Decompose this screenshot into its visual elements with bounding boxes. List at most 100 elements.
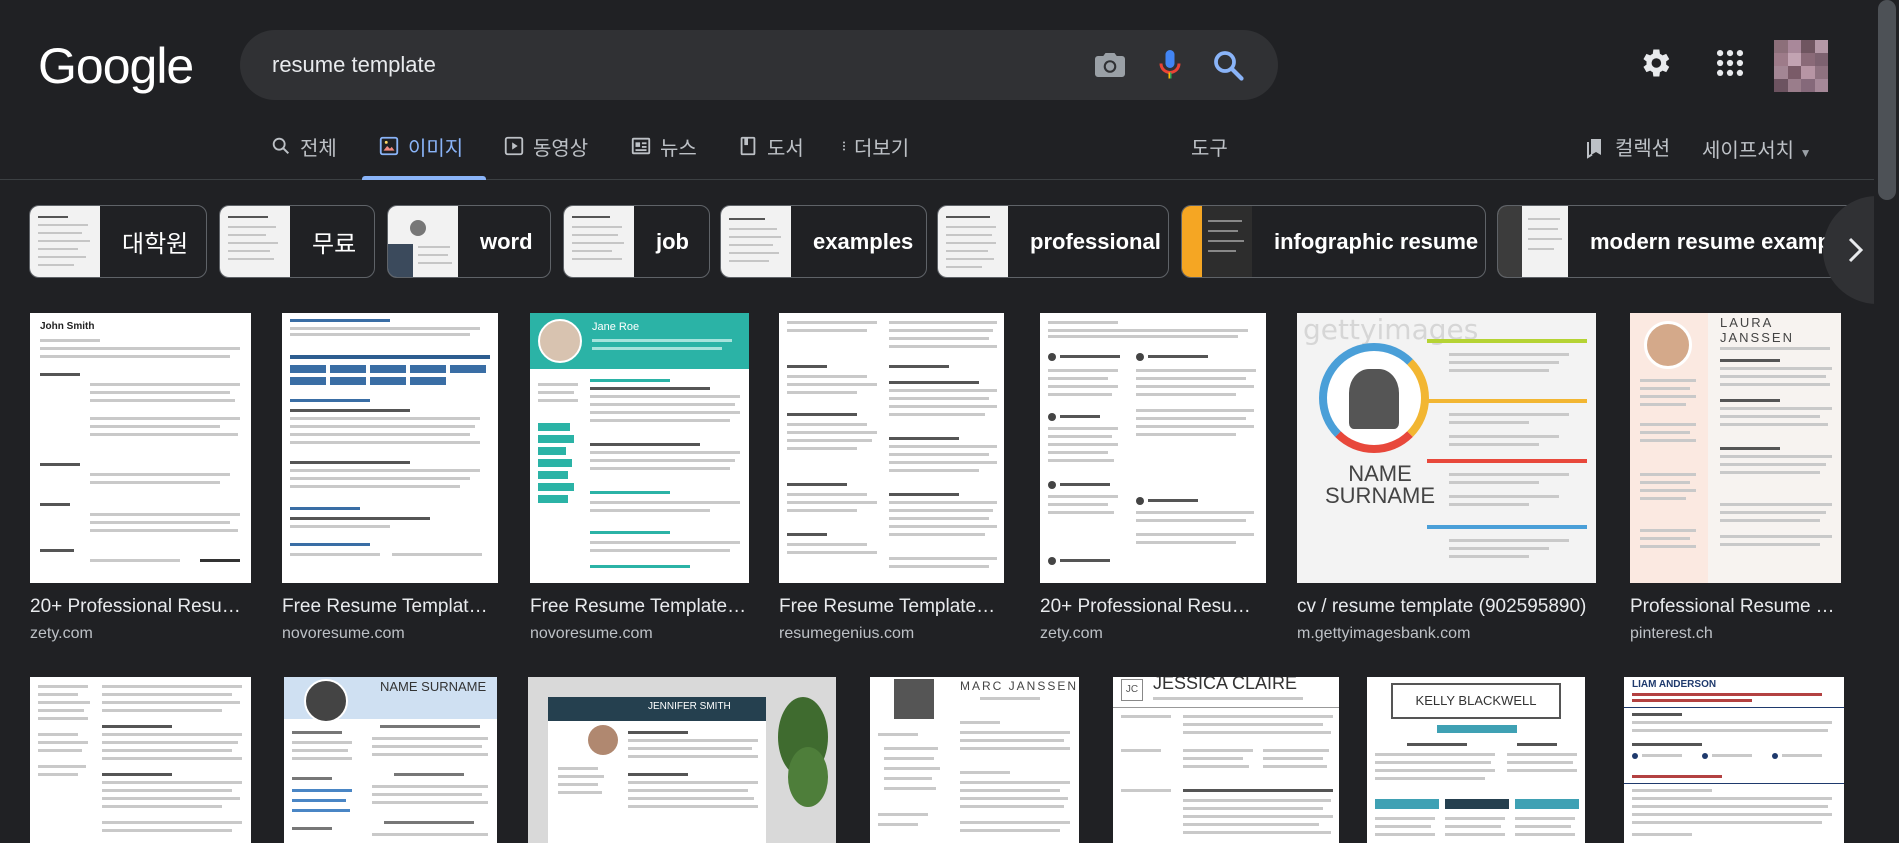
search-icon [272, 137, 290, 155]
bookmark-icon [1587, 138, 1601, 159]
result-thumbnail[interactable]: LAURA JANSSEN [1630, 313, 1841, 583]
chip-thumbnail [564, 206, 634, 277]
chip-thumbnail [220, 206, 290, 277]
tab-news[interactable]: 뉴스 [630, 132, 697, 182]
result-source: zety.com [30, 625, 93, 642]
tab-books[interactable]: 도서 [737, 132, 804, 182]
apps-grid-icon[interactable] [1713, 46, 1747, 80]
search-box[interactable]: resume template [240, 30, 1278, 100]
thumb-name: John Smith [40, 321, 95, 332]
chevron-right-icon [1848, 237, 1864, 263]
thumb-name: LIAM ANDERSON [1632, 679, 1717, 690]
search-input[interactable]: resume template [272, 52, 436, 78]
scrollbar-thumb[interactable] [1878, 0, 1896, 200]
mic-icon[interactable] [1152, 47, 1188, 83]
result-thumbnail[interactable] [282, 313, 498, 583]
thumb-name: Jane Roe [592, 321, 640, 333]
tab-label: 동영상 [533, 138, 589, 160]
result-thumbnail[interactable]: MARC JANSSEN [870, 677, 1079, 843]
chip-label: examples [813, 228, 914, 254]
chip-examples[interactable]: examples [720, 205, 927, 278]
dropdown-arrow-icon: ▼ [1799, 146, 1812, 160]
image-icon [379, 136, 399, 156]
safesearch-label: 세이프서치 [1702, 140, 1794, 162]
chip-thumbnail [938, 206, 1008, 277]
result-thumbnail[interactable]: JC JESSICA CLAIRE [1113, 677, 1339, 843]
tools-button[interactable]: 도구 [1191, 132, 1228, 161]
result-thumbnail[interactable]: John Smith [30, 313, 251, 583]
chip-label: 대학원 [122, 231, 189, 258]
chip-job[interactable]: job [563, 205, 710, 278]
result-title[interactable]: Free Resume Templates ... [530, 596, 749, 618]
tab-more[interactable]: 더보기 [838, 132, 909, 182]
result-thumbnail[interactable] [30, 677, 251, 843]
chip-infographic-resume[interactable]: infographic resume [1181, 205, 1486, 278]
tab-label: 뉴스 [660, 138, 697, 160]
thumb-name: LAURA JANSSEN [1720, 315, 1794, 345]
safesearch-dropdown[interactable]: 세이프서치 ▼ [1702, 134, 1811, 163]
thumb-name: NAME SURNAME [1325, 461, 1436, 508]
result-title[interactable]: 20+ Professional Resume... [30, 596, 251, 618]
chip-thumbnail [1182, 206, 1252, 277]
thumb-name: JENNIFER SMITH [648, 701, 731, 712]
chip-label: professional [1030, 228, 1161, 254]
result-thumbnail[interactable] [1040, 313, 1266, 583]
header: Google resume template 전체 이미지 동영상 뉴스 도서 … [0, 0, 1899, 180]
chip-thumbnail [30, 206, 100, 277]
result-thumbnail[interactable] [779, 313, 1004, 583]
result-title[interactable]: 20+ Professional Resume... [1040, 596, 1266, 618]
result-thumbnail[interactable]: NAME SURNAME [284, 677, 497, 843]
camera-icon[interactable] [1092, 47, 1128, 83]
result-source: m.gettyimagesbank.com [1297, 625, 1471, 642]
chip-thumbnail [388, 206, 458, 277]
image-results-grid: John Smith 20+ Professional Resume... ze… [0, 313, 1899, 843]
result-source: novoresume.com [282, 625, 405, 642]
thumb-name: JESSICA CLAIRE [1153, 677, 1298, 693]
chip-thumbnail [721, 206, 791, 277]
book-icon [740, 136, 756, 156]
chip-professional[interactable]: professional [937, 205, 1169, 278]
thumb-name: NAME SURNAME [380, 679, 487, 694]
more-vert-icon [843, 141, 845, 151]
chip-label: infographic resume [1274, 228, 1479, 254]
tab-label: 전체 [300, 138, 337, 160]
chip-label: 무료 [312, 231, 357, 258]
search-icon[interactable] [1210, 47, 1246, 83]
tab-label: 도서 [767, 138, 804, 160]
result-thumbnail[interactable]: gettyimages NAME SURNAME [1297, 313, 1596, 583]
tab-images[interactable]: 이미지 [378, 132, 463, 182]
tab-videos[interactable]: 동영상 [503, 132, 588, 182]
result-title[interactable]: Free Resume Templates ... [282, 596, 498, 618]
result-title[interactable]: cv / resume template (902595890) [1297, 596, 1596, 618]
result-title[interactable]: Professional Resume Templates [1630, 596, 1841, 618]
chip-graduate[interactable]: 대학원 [29, 205, 207, 278]
play-icon [504, 136, 524, 156]
thumb-name: KELLY BLACKWELL [1415, 693, 1537, 708]
result-thumbnail[interactable]: Jane Roe [530, 313, 749, 583]
active-tab-indicator [362, 176, 486, 180]
result-thumbnail[interactable]: JENNIFER SMITH [528, 677, 836, 843]
google-logo[interactable]: Google [38, 37, 194, 95]
news-icon [631, 137, 651, 155]
chip-free[interactable]: 무료 [219, 205, 375, 278]
tab-label: 이미지 [408, 138, 464, 160]
result-source: novoresume.com [530, 625, 653, 642]
collections-label: 컬렉션 [1615, 138, 1671, 160]
chip-label: word [480, 228, 533, 254]
result-source: pinterest.ch [1630, 625, 1713, 642]
collections-button[interactable]: 컬렉션 [1583, 132, 1670, 161]
result-thumbnail[interactable]: LIAM ANDERSON [1624, 677, 1844, 843]
result-title[interactable]: Free Resume Templates ... [779, 596, 1004, 618]
tab-all[interactable]: 전체 [270, 132, 337, 182]
avatar[interactable] [1774, 40, 1828, 92]
result-thumbnail[interactable]: KELLY BLACKWELL [1367, 677, 1585, 843]
chip-thumbnail [1498, 206, 1568, 277]
result-source: resumegenius.com [779, 625, 915, 642]
chip-label: job [656, 228, 689, 254]
tab-label: 더보기 [854, 138, 910, 160]
gear-icon[interactable] [1637, 45, 1673, 81]
result-source: zety.com [1040, 625, 1103, 642]
thumb-name: MARC JANSSEN [960, 679, 1079, 693]
chip-word[interactable]: word [387, 205, 551, 278]
related-search-chips: 대학원 무료 word job examples professional in… [29, 205, 1899, 279]
